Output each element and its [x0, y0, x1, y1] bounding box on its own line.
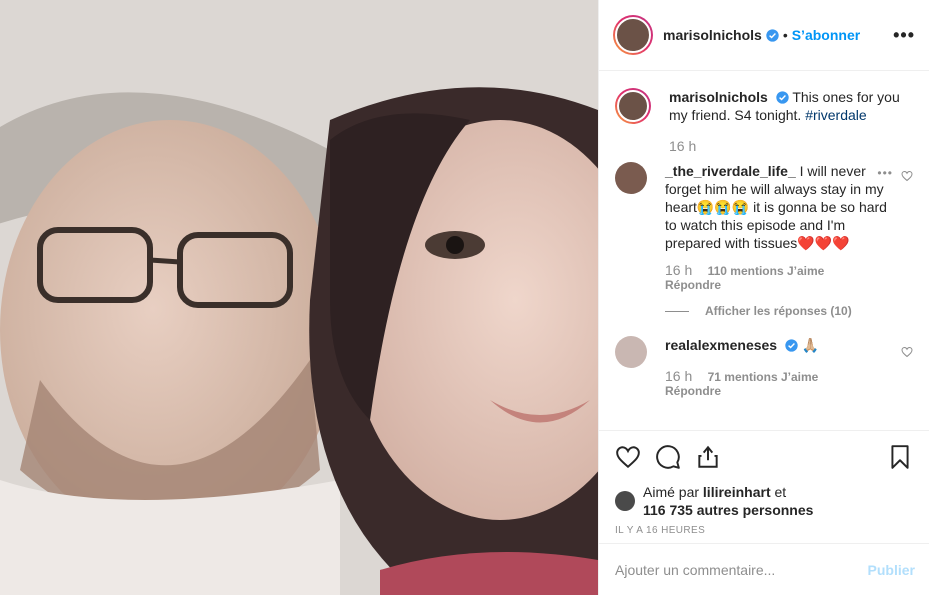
view-replies-button[interactable]: Afficher les réponses (10) [665, 304, 915, 318]
verified-badge-icon [766, 28, 779, 42]
replies-line [665, 310, 689, 312]
comment-text: realalexmeneses 🙏🏼 [665, 336, 901, 354]
comment-likes[interactable]: 71 mentions J’aime [708, 370, 819, 384]
comment-icon[interactable] [655, 444, 681, 470]
selfie-image [0, 0, 598, 595]
commenter-avatar[interactable] [615, 336, 647, 368]
bookmark-icon[interactable] [887, 444, 913, 470]
hashtag-link[interactable]: #riverdale [805, 107, 866, 123]
action-bar: Aimé par lilireinhart et 116 735 autres … [599, 430, 929, 536]
comment-more-icon[interactable]: ••• [877, 166, 893, 180]
post-header: marisolnichols • S’abonner ••• [599, 0, 929, 71]
liked-by-and: et [774, 484, 787, 500]
comments-list: marisolnichols This ones for you my frie… [599, 72, 929, 430]
follow-button[interactable]: S’abonner [792, 27, 860, 43]
more-options-icon[interactable]: ••• [893, 25, 915, 46]
author-username[interactable]: marisolnichols [663, 27, 762, 43]
comment-text: _the_riverdale_life_ I will never forget… [665, 162, 901, 252]
post-panel: marisolnichols • S’abonner ••• marisolni… [598, 0, 929, 595]
liked-by-prefix: Aimé par [643, 484, 700, 500]
verified-badge-icon [776, 91, 789, 104]
comment-item: realalexmeneses 🙏🏼 16 h 71 mentions J’ai… [615, 336, 915, 398]
comment-time[interactable]: 16 h [665, 262, 692, 278]
caption-time[interactable]: 16 h [669, 138, 696, 154]
action-icons [615, 443, 913, 471]
caption-avatar[interactable] [615, 88, 651, 124]
comment-meta: 16 h 71 mentions J’aime [665, 368, 901, 384]
separator-dot: • [782, 27, 788, 43]
likes-count[interactable]: 116 735 autres personnes [643, 502, 813, 518]
view-replies-label: Afficher les réponses (10) [705, 304, 852, 318]
heart-icon[interactable] [615, 444, 641, 470]
reply-button[interactable]: Répondre [665, 384, 901, 398]
caption-text: marisolnichols This ones for you my frie… [669, 88, 915, 124]
comment-time[interactable]: 16 h [665, 368, 692, 384]
post-comment-button[interactable]: Publier [868, 562, 915, 578]
commenter-username[interactable]: realalexmeneses [665, 337, 777, 353]
caption-meta: 16 h [669, 138, 915, 154]
commenter-username[interactable]: _the_riverdale_life_ [665, 163, 796, 179]
comment-item: _the_riverdale_life_ I will never forget… [615, 162, 915, 292]
likes-summary: Aimé par lilireinhart et 116 735 autres … [615, 483, 913, 519]
post-photo[interactable] [0, 0, 598, 595]
author-avatar[interactable] [613, 15, 653, 55]
verified-badge-icon [785, 339, 798, 352]
comment-meta: 16 h 110 mentions J’aime [665, 262, 901, 278]
comment-likes[interactable]: 110 mentions J’aime [708, 264, 825, 278]
comment-input[interactable] [615, 561, 868, 578]
caption-username[interactable]: marisolnichols [669, 89, 768, 105]
post-timestamp[interactable]: IL Y A 16 HEURES [615, 525, 913, 536]
reply-button[interactable]: Répondre [665, 278, 901, 292]
commenter-avatar[interactable] [615, 162, 647, 194]
caption-row: marisolnichols This ones for you my frie… [615, 88, 915, 154]
comment-like-icon[interactable] [901, 170, 913, 182]
liker-avatar[interactable] [615, 491, 635, 511]
comment-composer: Publier [599, 543, 929, 595]
comment-body: 🙏🏼 [801, 337, 820, 353]
comment-like-icon[interactable] [901, 346, 913, 358]
likes-text: Aimé par lilireinhart et 116 735 autres … [643, 483, 813, 519]
share-icon[interactable] [695, 444, 721, 470]
liked-by-user[interactable]: lilireinhart [703, 484, 771, 500]
